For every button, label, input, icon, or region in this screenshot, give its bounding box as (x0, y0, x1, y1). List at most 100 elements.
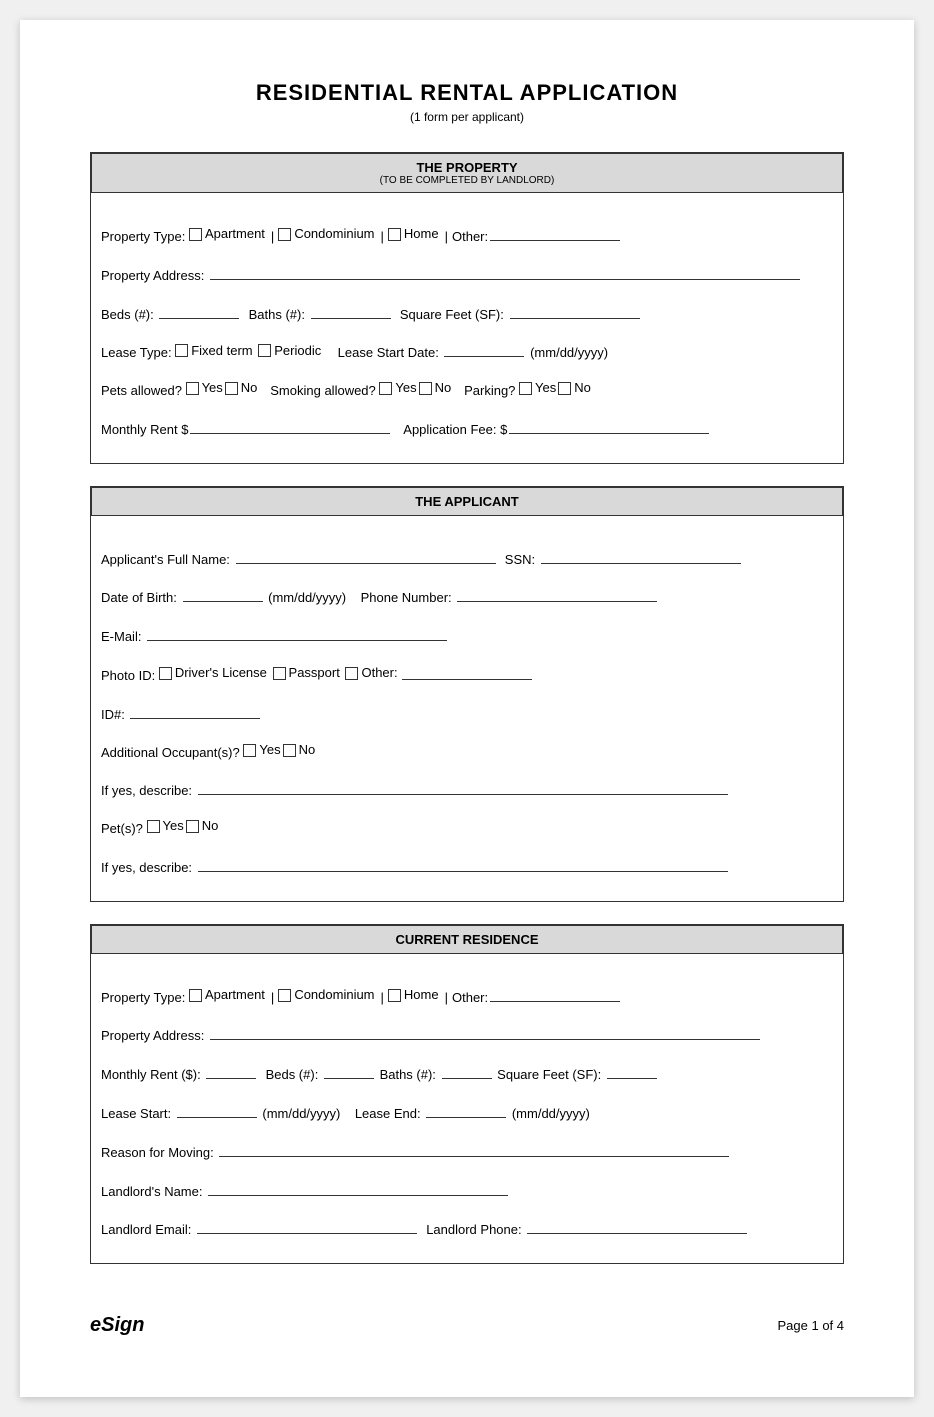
parking-no-label: No (574, 378, 591, 399)
cr-address-input[interactable] (210, 1022, 760, 1040)
rent-fee-row: Monthly Rent $ Application Fee: $ (101, 416, 833, 441)
lease-start-date-input[interactable] (444, 339, 524, 357)
cr-home-item: Home (388, 985, 439, 1006)
email-input[interactable] (147, 623, 447, 641)
home-checkbox[interactable] (388, 228, 401, 241)
smoking-yes-item: Yes (379, 378, 416, 399)
baths-input[interactable] (311, 301, 391, 319)
square-feet-label: Square Feet (SF): (400, 305, 504, 326)
dob-input[interactable] (183, 584, 263, 602)
property-section-header: THE PROPERTY (TO BE COMPLETED BY LANDLOR… (91, 153, 843, 193)
application-fee-input[interactable] (509, 416, 709, 434)
baths-label: Baths (#): (249, 305, 305, 326)
cr-condo-label: Condominium (294, 985, 374, 1006)
pets-yes-checkbox[interactable] (186, 382, 199, 395)
condominium-checkbox[interactable] (278, 228, 291, 241)
periodic-checkbox[interactable] (258, 344, 271, 357)
pets-smoking-parking-row: Pets allowed? Yes No Smoking allowed? Ye… (101, 378, 833, 402)
applicant-name-input[interactable] (236, 546, 496, 564)
dob-label: Date of Birth: (101, 588, 177, 609)
ssn-input[interactable] (541, 546, 741, 564)
parking-no-checkbox[interactable] (558, 382, 571, 395)
pets-describe-input[interactable] (198, 854, 728, 872)
cr-monthly-rent-input[interactable] (206, 1061, 256, 1079)
smoking-yes-checkbox[interactable] (379, 382, 392, 395)
lease-start-date-label: Lease Start Date: (338, 343, 439, 364)
id-number-input[interactable] (130, 701, 260, 719)
applicant-pets-no-label: No (202, 816, 219, 837)
passport-checkbox[interactable] (273, 667, 286, 680)
photo-other-input[interactable] (402, 662, 532, 680)
property-type-label: Property Type: (101, 227, 185, 248)
fixed-term-checkbox-item: Fixed term (175, 341, 252, 362)
cr-condo-item: Condominium (278, 985, 374, 1006)
cr-baths-label: Baths (#): (380, 1065, 436, 1086)
pets-describe-label: If yes, describe: (101, 858, 192, 879)
condominium-label: Condominium (294, 224, 374, 245)
phone-input[interactable] (457, 584, 657, 602)
cr-sqft-input[interactable] (607, 1061, 657, 1079)
cr-condo-checkbox[interactable] (278, 989, 291, 1002)
parking-label: Parking? (464, 381, 515, 402)
fixed-term-checkbox[interactable] (175, 344, 188, 357)
occupants-describe-input[interactable] (198, 777, 728, 795)
apartment-label: Apartment (205, 224, 265, 245)
drivers-license-checkbox[interactable] (159, 667, 172, 680)
fixed-term-label: Fixed term (191, 341, 252, 362)
phone-label: Phone Number: (361, 588, 452, 609)
cr-lease-end-label: Lease End: (355, 1104, 421, 1125)
occupants-yes-checkbox[interactable] (243, 744, 256, 757)
square-feet-input[interactable] (510, 301, 640, 319)
cr-lease-start-input[interactable] (177, 1100, 257, 1118)
property-section-body: Property Type: Apartment | Condominium |… (91, 209, 843, 463)
applicant-pets-yes-checkbox[interactable] (147, 820, 160, 833)
mmddyyyy-label: (mm/dd/yyyy) (530, 343, 608, 364)
cr-apartment-checkbox[interactable] (189, 989, 202, 1002)
photo-id-row: Photo ID: Driver's License Passport Othe… (101, 662, 833, 687)
cr-baths-input[interactable] (442, 1061, 492, 1079)
condominium-checkbox-item: Condominium (278, 224, 374, 245)
cr-landlord-email-input[interactable] (197, 1216, 417, 1234)
current-residence-section: CURRENT RESIDENCE Property Type: Apartme… (90, 924, 844, 1265)
apartment-checkbox[interactable] (189, 228, 202, 241)
current-residence-header: CURRENT RESIDENCE (91, 925, 843, 954)
property-type-row: Property Type: Apartment | Condominium |… (101, 223, 833, 248)
cr-landlord-name-input[interactable] (208, 1178, 508, 1196)
ssn-label: SSN: (505, 550, 535, 571)
property-address-input[interactable] (210, 262, 800, 280)
property-header-sub: (TO BE COMPLETED BY LANDLORD) (92, 175, 842, 186)
monthly-rent-label: Monthly Rent $ (101, 420, 188, 441)
occupants-no-label: No (299, 740, 316, 761)
cr-beds-label: Beds (#): (266, 1065, 319, 1086)
cr-home-checkbox[interactable] (388, 989, 401, 1002)
property-address-row: Property Address: (101, 262, 833, 287)
dob-format-label: (mm/dd/yyyy) (268, 588, 346, 609)
esign-label: eSign (90, 1314, 144, 1337)
occupants-no-checkbox[interactable] (283, 744, 296, 757)
photo-other-label: Other: (361, 663, 397, 684)
occupants-no-item: No (283, 740, 316, 761)
cr-lease-end-input[interactable] (426, 1100, 506, 1118)
cr-landlord-phone-input[interactable] (527, 1216, 747, 1234)
cr-other-input[interactable] (490, 984, 620, 1002)
parking-yes-checkbox[interactable] (519, 382, 532, 395)
smoking-no-label: No (435, 378, 452, 399)
lease-type-row: Lease Type: Fixed term Periodic Lease St… (101, 339, 833, 364)
lease-type-label: Lease Type: (101, 343, 172, 364)
passport-label: Passport (289, 663, 340, 684)
cr-other-label: Other: (452, 988, 488, 1009)
applicant-pets-no-checkbox[interactable] (186, 820, 199, 833)
applicant-section: THE APPLICANT Applicant's Full Name: SSN… (90, 486, 844, 902)
other-input[interactable] (490, 223, 620, 241)
cr-reason-input[interactable] (219, 1139, 729, 1157)
cr-lease-end-format: (mm/dd/yyyy) (512, 1104, 590, 1125)
cr-beds-input[interactable] (324, 1061, 374, 1079)
smoking-no-checkbox[interactable] (419, 382, 432, 395)
beds-input[interactable] (159, 301, 239, 319)
smoking-allowed-label: Smoking allowed? (270, 381, 376, 402)
property-address-label: Property Address: (101, 266, 204, 287)
pets-no-checkbox[interactable] (225, 382, 238, 395)
photo-other-checkbox[interactable] (345, 667, 358, 680)
cr-home-label: Home (404, 985, 439, 1006)
monthly-rent-input[interactable] (190, 416, 390, 434)
